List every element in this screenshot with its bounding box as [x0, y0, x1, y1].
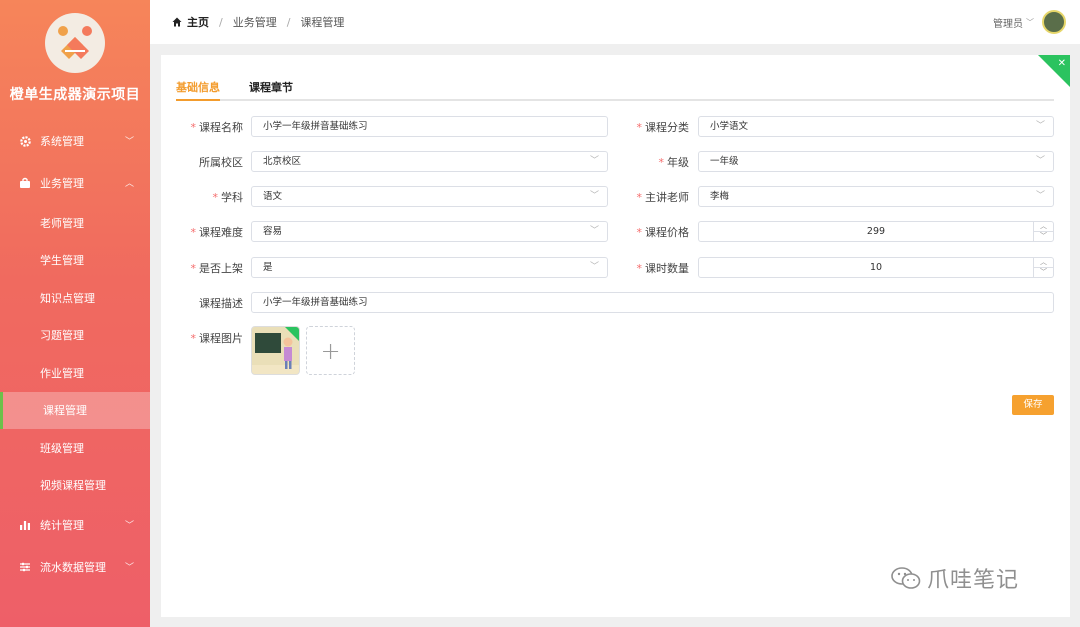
- sidebar-item-exercises[interactable]: 习题管理: [0, 317, 150, 355]
- top-header: 主页 / 业务管理 / 课程管理 管理员 ﹀: [150, 0, 1080, 44]
- breadcrumb-business[interactable]: 业务管理: [233, 14, 277, 30]
- category-select[interactable]: 小学语文 ﹀: [698, 116, 1054, 137]
- description-input[interactable]: 小学一年级拼音基础练习: [251, 292, 1054, 313]
- nav-group-label: 流水数据管理: [40, 561, 106, 574]
- price-stepper-controls: ︿ ﹀: [1033, 222, 1053, 241]
- gear-icon: [18, 134, 32, 148]
- course-image-thumbnail[interactable]: [251, 326, 300, 375]
- price-stepper[interactable]: 299 ︿ ﹀: [698, 221, 1054, 242]
- user-menu[interactable]: 管理员 ﹀: [993, 10, 1066, 34]
- grade-label: * 年级: [658, 156, 690, 169]
- lesson-count-stepper[interactable]: 10 ︿ ﹀: [698, 257, 1054, 278]
- chevron-down-icon: ﹀: [1035, 121, 1045, 131]
- close-icon[interactable]: ✕: [1058, 58, 1066, 69]
- nav-group-business[interactable]: 业务管理 ︿: [0, 162, 150, 204]
- nav-group-flow-data[interactable]: 流水数据管理 ﹀: [0, 546, 150, 588]
- breadcrumb-separator: /: [286, 15, 291, 29]
- logo-area: 橙单生成器演示项目: [0, 0, 150, 118]
- description-label: 课程描述: [199, 297, 243, 310]
- decrement-button[interactable]: ﹀: [1034, 232, 1053, 242]
- lesson-count-stepper-controls: ︿ ﹀: [1033, 258, 1053, 277]
- nav-group-label: 业务管理: [40, 177, 84, 190]
- grade-select[interactable]: 一年级 ﹀: [698, 151, 1054, 172]
- main-card: ✕ 基础信息 课程章节 * 课程名称 小学一年级拼音基础练习 * 课程分类 小学语文…: [161, 55, 1070, 617]
- home-icon: [172, 17, 182, 27]
- tab-course-chapters[interactable]: 课程章节: [249, 79, 293, 95]
- on-shelf-label: * 是否上架: [190, 262, 244, 275]
- tab-basic-info[interactable]: 基础信息: [176, 79, 220, 95]
- uploaded-check-icon: [285, 327, 299, 341]
- nav-group-label: 系统管理: [40, 135, 84, 148]
- tab-active-indicator: [176, 99, 220, 101]
- chevron-down-icon: ﹀: [124, 563, 134, 573]
- sidebar-item-teachers[interactable]: 老师管理: [0, 204, 150, 242]
- chevron-down-icon: ﹀: [1035, 156, 1045, 166]
- image-upload-button[interactable]: +: [306, 326, 355, 375]
- sliders-icon: [18, 560, 32, 574]
- subject-label: * 学科: [212, 191, 244, 204]
- breadcrumb-current: 课程管理: [300, 16, 345, 29]
- breadcrumb: 主页 / 业务管理 / 课程管理: [172, 14, 344, 30]
- difficulty-label: * 课程难度: [190, 226, 244, 239]
- breadcrumb-home-label: 主页: [187, 16, 209, 29]
- wechat-icon: [891, 567, 921, 589]
- sidebar-item-students[interactable]: 学生管理: [0, 242, 150, 280]
- bar-chart-icon: [18, 518, 32, 532]
- watermark: 爪哇笔记: [891, 562, 1019, 594]
- save-button[interactable]: 保存: [1012, 395, 1054, 415]
- sidebar-item-video-courses[interactable]: 视频课程管理: [0, 467, 150, 505]
- campus-label: 所属校区: [199, 156, 243, 169]
- sidebar-item-homework[interactable]: 作业管理: [0, 354, 150, 392]
- subject-select[interactable]: 语文 ﹀: [251, 186, 608, 207]
- lesson-count-label: * 课时数量: [636, 262, 690, 275]
- difficulty-select[interactable]: 容易 ﹀: [251, 221, 608, 242]
- chevron-down-icon: ﹀: [1035, 191, 1045, 201]
- price-label: * 课程价格: [636, 226, 690, 239]
- tab-bar: 基础信息 课程章节: [176, 77, 1054, 101]
- category-label: * 课程分类: [636, 121, 690, 134]
- watermark-text: 爪哇笔记: [927, 568, 1020, 593]
- on-shelf-select[interactable]: 是 ﹀: [251, 257, 608, 278]
- increment-button[interactable]: ︿: [1034, 258, 1053, 268]
- image-label: * 课程图片: [190, 332, 244, 345]
- user-name: 管理员: [993, 18, 1023, 30]
- nav-group-label: 统计管理: [40, 519, 84, 532]
- avatar[interactable]: [1042, 10, 1066, 34]
- course-name-input[interactable]: 小学一年级拼音基础练习: [251, 116, 608, 137]
- chevron-up-icon: ︿: [124, 179, 134, 189]
- app-logo: [45, 13, 105, 73]
- chevron-down-icon: ﹀: [124, 521, 134, 531]
- chevron-down-icon: ﹀: [589, 262, 599, 272]
- sidebar-item-knowledge[interactable]: 知识点管理: [0, 279, 150, 317]
- bag-icon: [18, 176, 32, 190]
- sidebar-item-courses[interactable]: 课程管理: [0, 391, 150, 429]
- teacher-select[interactable]: 李梅 ﹀: [698, 186, 1054, 207]
- breadcrumb-separator: /: [219, 15, 223, 29]
- course-name-label: * 课程名称: [190, 121, 244, 134]
- decrement-button[interactable]: ﹀: [1034, 268, 1053, 278]
- sidebar-item-classes[interactable]: 班级管理: [0, 429, 150, 467]
- breadcrumb-home[interactable]: 主页: [172, 14, 209, 30]
- campus-select[interactable]: 北京校区 ﹀: [251, 151, 608, 172]
- sidebar: 橙单生成器演示项目 系统管理 ﹀ 业务管理 ︿ 老师管理 学生管理 知识点管理 …: [0, 0, 150, 627]
- increment-button[interactable]: ︿: [1034, 222, 1053, 232]
- chevron-down-icon: ﹀: [124, 137, 134, 147]
- app-title: 橙单生成器演示项目: [9, 87, 141, 103]
- teacher-label: * 主讲老师: [636, 191, 690, 204]
- chevron-down-icon: ﹀: [1026, 17, 1034, 27]
- nav-group-system[interactable]: 系统管理 ﹀: [0, 120, 150, 162]
- chevron-down-icon: ﹀: [589, 156, 599, 166]
- nav-group-statistics[interactable]: 统计管理 ﹀: [0, 504, 150, 546]
- chevron-down-icon: ﹀: [589, 191, 599, 201]
- chevron-down-icon: ﹀: [589, 226, 599, 236]
- plus-icon: +: [320, 336, 341, 365]
